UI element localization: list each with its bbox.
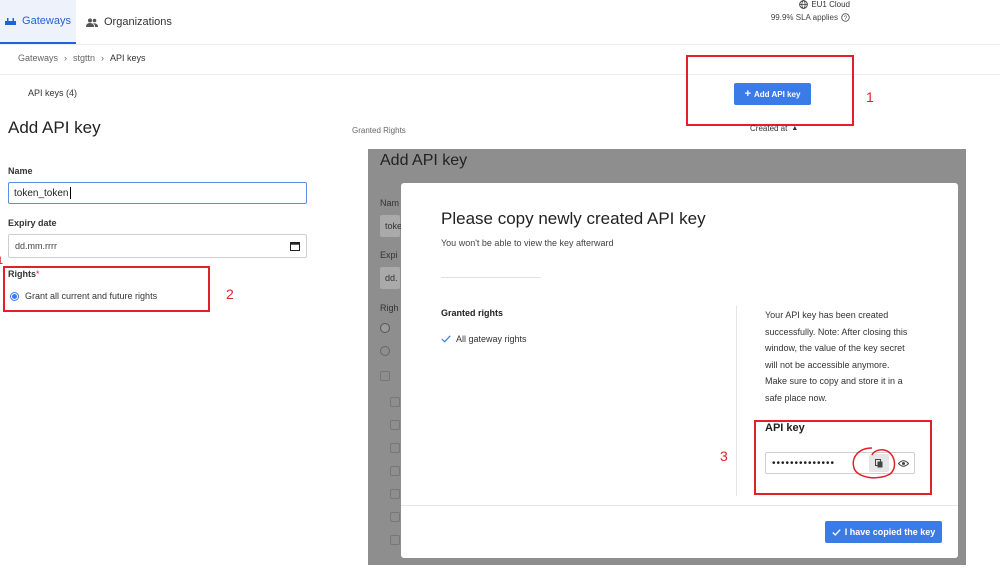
tab-gateways-label: Gateways	[22, 15, 71, 27]
backdrop-checkbox	[390, 512, 400, 522]
svg-text:?: ?	[844, 15, 848, 22]
globe-icon	[799, 0, 809, 9]
chevron-right-icon: ›	[101, 53, 105, 63]
gateway-icon	[5, 18, 17, 25]
modal-subtitle: You won't be able to view the key afterw…	[441, 238, 614, 248]
granted-rights-header: Granted Rights	[352, 126, 406, 135]
chevron-right-icon: ›	[64, 53, 68, 63]
backdrop-radio-1	[380, 323, 390, 333]
backdrop-date-value: dd.	[385, 273, 398, 283]
help-icon[interactable]: ?	[841, 13, 850, 22]
backdrop-checkbox	[390, 535, 400, 545]
backdrop-name-label: Nam	[380, 198, 400, 208]
created-at-header[interactable]: Created at ▲	[750, 124, 798, 133]
region: EU1 Cloud	[770, 0, 850, 9]
backdrop-radio-2	[380, 346, 390, 356]
api-keys-count: API keys (4)	[28, 88, 78, 98]
annotation-3: 3	[720, 448, 728, 464]
annotation-box-2	[3, 266, 210, 312]
name-value: token_token	[14, 187, 69, 199]
text-cursor	[69, 187, 71, 199]
people-icon	[86, 18, 98, 27]
tab-gateways[interactable]: Gateways	[0, 0, 76, 44]
sla-label: 99.9% SLA applies	[770, 13, 838, 22]
tab-organizations[interactable]: Organizations	[86, 0, 172, 44]
tab-organizations-label: Organizations	[104, 16, 172, 28]
backdrop-expiry-label: Expi	[380, 250, 398, 260]
modal-vertical-divider	[736, 306, 737, 496]
granted-rights-label: Granted rights	[441, 308, 504, 318]
breadcrumb: Gateways › stgttn › API keys	[18, 53, 146, 63]
granted-right-label: All gateway rights	[456, 334, 527, 344]
breadcrumb-gateways[interactable]: Gateways	[18, 53, 58, 63]
backdrop-form-title: Add API key	[380, 152, 468, 169]
check-icon	[441, 335, 451, 343]
note-line: Make sure to copy and store it in a	[765, 376, 903, 387]
sla: 99.9% SLA applies ?	[740, 13, 850, 22]
region-label: EU1 Cloud	[811, 0, 850, 9]
breadcrumb-api-keys: API keys	[110, 53, 146, 63]
backdrop-checkbox	[390, 466, 400, 476]
name-label: Name	[8, 166, 33, 176]
annotation-stray: 1	[0, 255, 4, 267]
backdrop-name-value: toke	[385, 221, 403, 231]
check-icon	[832, 528, 841, 536]
modal-footer-divider	[401, 505, 958, 506]
cloud-info: EU1 Cloud 99.9% SLA applies ?	[730, 0, 850, 30]
backdrop-checkbox	[390, 443, 400, 453]
note-line: Your API key has been created	[765, 310, 889, 320]
annotation-box-3	[754, 420, 932, 495]
backdrop-checkbox	[390, 420, 400, 430]
modal-note: Your API key has been created successful…	[765, 307, 925, 407]
backdrop-checkbox	[380, 371, 390, 381]
modal-title: Please copy newly created API key	[441, 209, 706, 228]
granted-right-item: All gateway rights	[441, 334, 527, 344]
expiry-placeholder: dd.mm.rrrr	[15, 241, 57, 251]
breadcrumb-gateway[interactable]: stgttn	[73, 53, 95, 63]
expiry-date-input[interactable]: dd.mm.rrrr	[8, 234, 307, 258]
note-line: will not be accessible anymore.	[765, 359, 890, 370]
note-line: safe place now.	[765, 392, 828, 403]
sort-up-icon: ▲	[791, 125, 799, 132]
name-input[interactable]: token_token	[8, 182, 307, 204]
form-title: Add API key	[8, 118, 101, 137]
note-line: window, the value of the key secret	[765, 343, 905, 354]
annotation-1: 1	[866, 89, 874, 105]
created-at-label: Created at	[750, 124, 788, 133]
backdrop-rights-label: Righ	[380, 303, 399, 313]
backdrop-checkbox	[390, 397, 400, 407]
modal-divider	[441, 277, 541, 278]
copied-key-button[interactable]: I have copied the key	[825, 521, 942, 543]
calendar-icon[interactable]	[290, 241, 300, 251]
copied-key-label: I have copied the key	[844, 527, 936, 537]
annotation-2: 2	[226, 286, 234, 302]
annotation-box-1	[686, 55, 854, 126]
topbar-divider	[0, 44, 1000, 45]
backdrop-checkbox	[390, 489, 400, 499]
note-line: successfully. Note: After closing this	[765, 326, 908, 337]
expiry-label: Expiry date	[8, 218, 57, 228]
